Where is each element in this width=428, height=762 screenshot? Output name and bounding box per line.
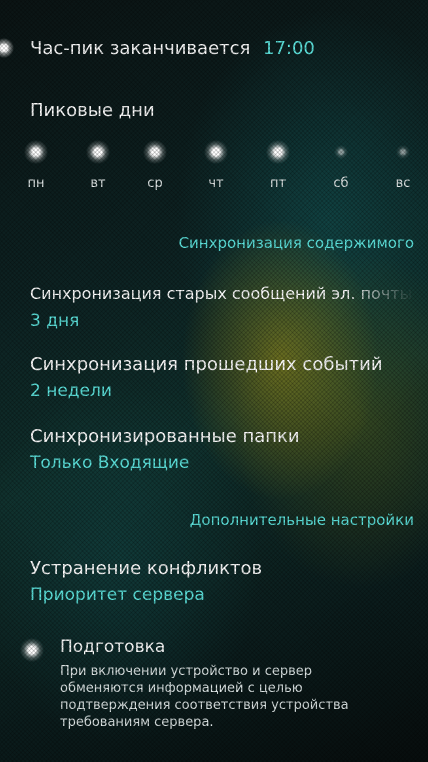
peak-days-title: Пиковые дни xyxy=(30,100,155,121)
sync-past-events-setting[interactable]: Синхронизация прошедших событий 2 недели xyxy=(0,352,428,408)
synced-folders-setting[interactable]: Синхронизированные папки Только Входящие xyxy=(0,424,428,480)
day-label: вт xyxy=(90,176,106,191)
conflict-resolution-title: Устранение конфликтов xyxy=(30,558,263,579)
day-selected-indicator-icon xyxy=(143,140,167,164)
day-unselected-indicator-icon xyxy=(329,140,353,164)
peak-end-time-value: 17:00 xyxy=(263,38,315,59)
sync-old-mail-value: 3 дня xyxy=(30,311,80,331)
day-label: сб xyxy=(333,176,349,191)
day-selected-indicator-icon xyxy=(24,140,48,164)
day-selected-indicator-icon xyxy=(204,140,228,164)
day-unselected-indicator-icon xyxy=(391,140,415,164)
day-toggle-tue[interactable]: вт xyxy=(78,140,118,210)
conflict-resolution-setting[interactable]: Устранение конфликтов Приоритет сервера xyxy=(0,556,428,612)
day-toggle-sun[interactable]: вс xyxy=(383,140,423,210)
synced-folders-title: Синхронизированные папки xyxy=(30,426,300,447)
day-toggle-wed[interactable]: ср xyxy=(135,140,175,210)
synced-folders-value: Только Входящие xyxy=(30,453,190,473)
day-toggle-thu[interactable]: чт xyxy=(196,140,236,210)
day-label: пт xyxy=(269,176,287,191)
day-selected-indicator-icon xyxy=(266,140,290,164)
peak-end-label: Час-пик заканчивается xyxy=(30,38,251,59)
advanced-section-header: Дополнительные настройки xyxy=(189,511,414,529)
day-label: чт xyxy=(208,176,224,191)
conflict-resolution-value: Приоритет сервера xyxy=(30,585,205,605)
provisioning-toggle[interactable] xyxy=(20,638,44,662)
peak-end-time-setting[interactable]: Час-пик заканчивается 17:00 xyxy=(0,30,428,66)
sync-past-events-value: 2 недели xyxy=(30,381,112,401)
day-label: пн xyxy=(27,176,45,191)
sync-old-mail-title: Синхронизация старых сообщений эл. почты xyxy=(30,284,413,303)
sync-old-mail-setting[interactable]: Синхронизация старых сообщений эл. почты… xyxy=(0,280,428,336)
day-toggle-fri[interactable]: пт xyxy=(258,140,298,210)
edge-highlight-icon xyxy=(0,38,14,58)
day-selected-indicator-icon xyxy=(86,140,110,164)
day-label: вс xyxy=(395,176,411,191)
provisioning-description: При включении устройство и сервер обменя… xyxy=(60,664,349,730)
provisioning-title: Подготовка xyxy=(60,637,166,657)
day-toggle-mon[interactable]: пн xyxy=(16,140,56,210)
sync-past-events-title: Синхронизация прошедших событий xyxy=(30,354,383,375)
sync-section-header: Синхронизация содержимого xyxy=(178,234,414,252)
day-label: ср xyxy=(147,176,163,191)
day-toggle-sat[interactable]: сб xyxy=(321,140,361,210)
